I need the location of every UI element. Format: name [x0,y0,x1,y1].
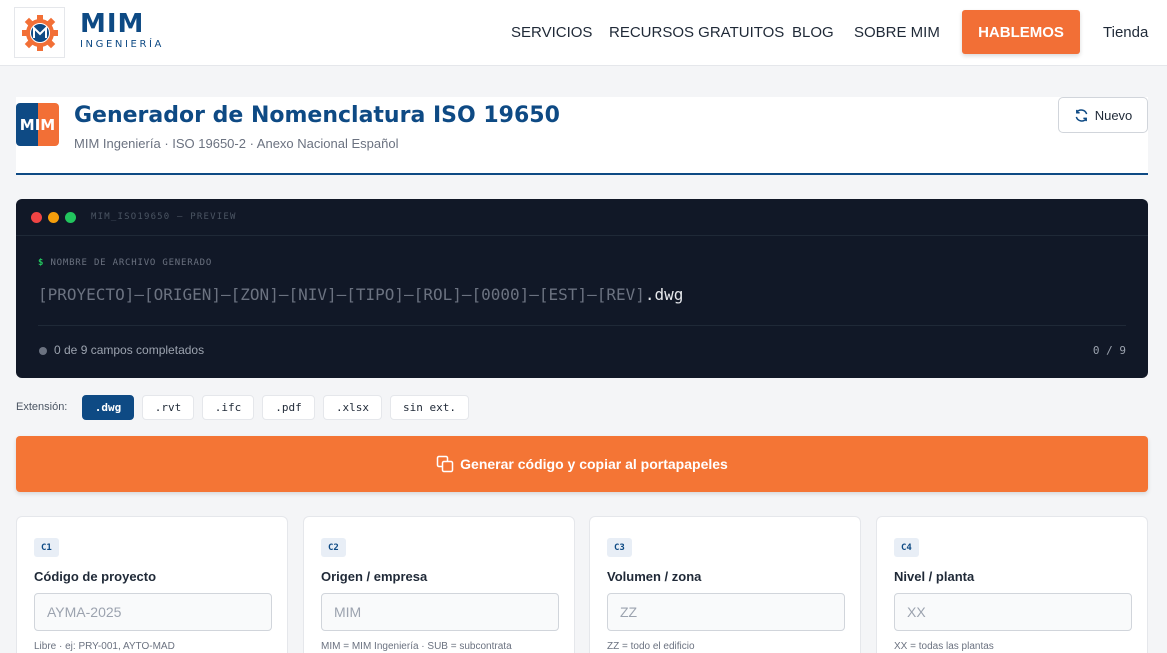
field-hint: Libre · ej: PRY-001, AYTO-MAD [34,641,175,652]
field-code-badge: C1 [34,538,59,557]
nav-item-blog[interactable]: BLOG [792,24,834,41]
terminal-header: MIM_ISO19650 — PREVIEW [16,199,1148,236]
extension-option-xlsx[interactable]: .xlsx [323,395,382,420]
field-card-zone: C3 Volumen / zona ZZ = todo el edificio [589,516,861,653]
new-button[interactable]: Nuevo [1058,97,1148,133]
gear-logo-icon [21,14,58,51]
field-code-badge: C3 [607,538,632,557]
field-card-level: C4 Nivel / planta XX = todas las plantas [876,516,1148,653]
field-hint: XX = todas las plantas [894,641,994,652]
app-logo-icon: MIM [16,103,59,146]
field-hint: MIM = MIM Ingeniería · SUB = subcontrata [321,641,512,652]
terminal-divider [38,325,1126,326]
brand-subtitle: INGENIERÍA [80,39,164,50]
brand-name[interactable]: MIM INGENIERÍA [80,10,164,50]
close-dot-icon [31,212,42,223]
refresh-icon [1075,108,1088,122]
field-label: Origen / empresa [321,569,428,584]
field-card-project-code: C1 Código de proyecto Libre · ej: PRY-00… [16,516,288,653]
field-code-badge: C4 [894,538,919,557]
maximize-dot-icon [65,212,76,223]
fields-counter: 0 / 9 [1092,344,1126,357]
minimize-dot-icon [48,212,59,223]
generated-filename-label: $ NOMBRE DE ARCHIVO GENERADO [38,258,212,268]
field-label: Volumen / zona [607,569,702,584]
hablemos-button[interactable]: HABLEMOS [962,10,1080,54]
page-title: Generador de Nomenclatura ISO 19650 [74,103,560,128]
generate-copy-button-label: Generar código y copiar al portapapeles [460,456,728,472]
top-navbar: MIM INGENIERÍA SERVICIOS RECURSOS GRATUI… [0,0,1167,66]
level-input[interactable] [894,593,1132,631]
status-dot-icon [39,347,47,355]
new-button-label: Nuevo [1094,107,1133,123]
extension-option-none[interactable]: sin ext. [390,395,469,420]
company-logo[interactable] [14,7,65,58]
filename-preview-terminal: MIM_ISO19650 — PREVIEW $ NOMBRE DE ARCHI… [16,199,1148,378]
field-label: Nivel / planta [894,569,975,584]
nav-item-recursos-gratuitos[interactable]: RECURSOS GRATUITOS [609,24,784,41]
extension-option-dwg[interactable]: .dwg [82,395,134,420]
field-label: Código de proyecto [34,569,157,584]
nav-item-sobre-mim[interactable]: SOBRE MIM [854,24,940,41]
generated-filename-label-text: NOMBRE DE ARCHIVO GENERADO [50,258,213,268]
copy-icon [436,455,454,473]
extension-option-rvt[interactable]: .rvt [142,395,194,420]
extension-option-ifc[interactable]: .ifc [202,395,254,420]
generated-filename[interactable]: [PROYECTO]–[ORIGEN]–[ZON]–[NIV]–[TIPO]–[… [38,285,683,304]
nav-item-servicios[interactable]: SERVICIOS [511,24,592,41]
extension-label: Extensión: [16,401,68,413]
page-subtitle: MIM Ingeniería · ISO 19650-2 · Anexo Nac… [74,136,399,151]
fields-completed-status: 0 de 9 campos completados [54,343,205,357]
origin-input[interactable] [321,593,559,631]
filename-extension: .dwg [644,285,684,304]
app-logo-text: MIM [19,115,56,134]
field-code-badge: C2 [321,538,346,557]
terminal-title: MIM_ISO19650 — PREVIEW [91,212,237,222]
field-card-origin: C2 Origen / empresa MIM = MIM Ingeniería… [303,516,575,653]
filename-template: [PROYECTO]–[ORIGEN]–[ZON]–[NIV]–[TIPO]–[… [38,285,645,304]
zone-input[interactable] [607,593,845,631]
extension-option-pdf[interactable]: .pdf [262,395,315,420]
prompt-symbol: $ [38,258,45,268]
nav-item-tienda[interactable]: Tienda [1103,24,1148,41]
field-hint: ZZ = todo el edificio [607,641,695,652]
generate-copy-button[interactable]: Generar código y copiar al portapapeles [16,436,1148,492]
brand-title: MIM [80,9,145,39]
project-code-input[interactable] [34,593,272,631]
app-header: MIM Generador de Nomenclatura ISO 19650 … [16,97,1148,175]
